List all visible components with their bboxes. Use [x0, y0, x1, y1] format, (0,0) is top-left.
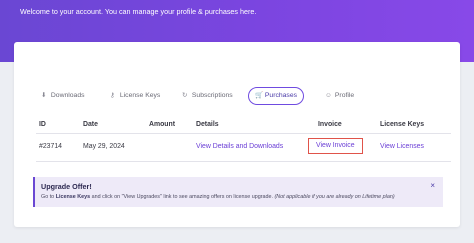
- order-id: #23714: [39, 143, 62, 150]
- notice-text-middle: and click on "View Upgrades" link to see…: [90, 194, 275, 200]
- close-icon[interactable]: ×: [430, 181, 435, 190]
- order-date: May 29, 2024: [83, 143, 125, 150]
- tab-downloads[interactable]: ⬇ Downloads: [41, 87, 85, 105]
- tab-label: License Keys: [119, 92, 161, 99]
- upgrade-offer-notice: Upgrade Offer! Go to License Keys and cl…: [33, 177, 443, 207]
- tab-label: Subscriptions: [191, 92, 233, 99]
- tab-purchases[interactable]: 🛒 Purchases: [248, 87, 305, 105]
- column-header-id: ID: [39, 121, 46, 128]
- column-header-date: Date: [83, 121, 98, 128]
- refresh-icon: ↻: [182, 92, 188, 99]
- column-header-license-keys: License Keys: [380, 121, 425, 128]
- tab-label: Purchases: [264, 92, 298, 99]
- column-header-details: Details: [196, 121, 219, 128]
- cart-icon: 🛒: [255, 92, 264, 99]
- user-icon: ☺: [325, 92, 332, 99]
- notice-title: Upgrade Offer!: [41, 182, 92, 191]
- tab-subscriptions[interactable]: ↻ Subscriptions: [182, 87, 233, 105]
- column-header-invoice: Invoice: [318, 121, 342, 128]
- tab-license-keys[interactable]: ⚷ License Keys: [110, 87, 160, 105]
- view-licenses-link[interactable]: View Licenses: [380, 143, 424, 150]
- notice-text: Go to License Keys and click on "View Up…: [41, 194, 395, 200]
- notice-text-note: (Not applicable if you are already on Li…: [274, 194, 395, 200]
- account-tabs: ⬇ Downloads ⚷ License Keys ↻ Subscriptio…: [14, 87, 460, 107]
- license-keys-link[interactable]: License Keys: [56, 194, 90, 200]
- view-details-link[interactable]: View Details and Downloads: [196, 143, 283, 150]
- column-header-amount: Amount: [149, 121, 176, 128]
- notice-text-prefix: Go to: [41, 194, 56, 200]
- tab-label: Downloads: [50, 92, 85, 99]
- welcome-text: Welcome to your account. You can manage …: [20, 7, 257, 16]
- tab-label: Profile: [334, 92, 355, 99]
- table-header-row: ID Date Amount Details Invoice License K…: [36, 117, 451, 134]
- table-row: #23714 May 29, 2024 View Details and Dow…: [36, 134, 451, 162]
- view-invoice-button[interactable]: View Invoice: [308, 138, 363, 154]
- download-icon: ⬇: [41, 92, 47, 99]
- key-icon: ⚷: [110, 92, 115, 99]
- tab-profile[interactable]: ☺ Profile: [325, 87, 354, 105]
